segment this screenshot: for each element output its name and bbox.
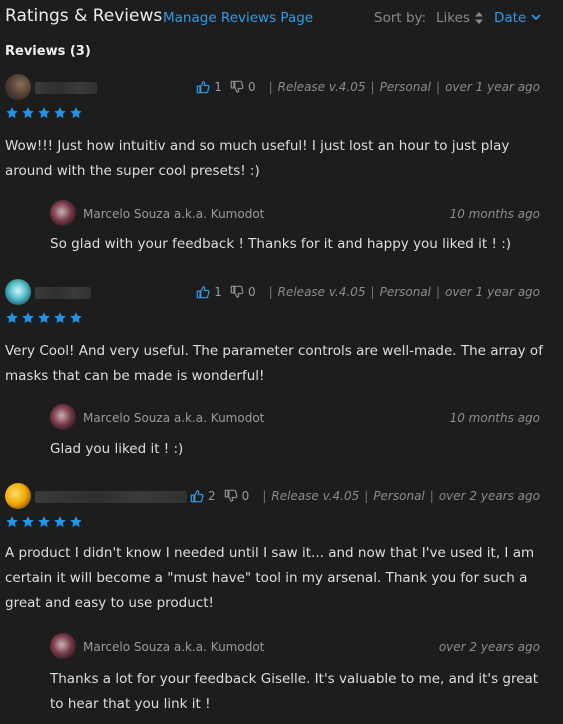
star-rating (5, 106, 83, 120)
avatar[interactable] (50, 404, 76, 430)
dislike-count: 0 (247, 80, 256, 94)
star-icon (21, 311, 35, 325)
review-text: A product I didn't know I needed until I… (5, 545, 535, 611)
like-count: 2 (208, 489, 216, 503)
dislike-count: 0 (241, 489, 250, 503)
reply-time: 10 months ago (449, 411, 540, 425)
review-meta: 2 0 | Release v.4.05 | Personal | over 2… (190, 489, 540, 503)
star-icon (69, 106, 83, 120)
reply-time: over 2 years ago (438, 640, 540, 654)
release-version: Release v.4.05 (277, 285, 366, 299)
sort-likes-option[interactable]: Likes (436, 10, 470, 26)
sort-updown-icon[interactable] (474, 11, 484, 25)
review-time: over 2 years ago (438, 489, 540, 503)
like-count: 1 (214, 80, 222, 94)
release-version: Release v.4.05 (277, 80, 366, 94)
star-icon (21, 515, 35, 529)
avatar[interactable] (50, 200, 76, 226)
thumbs-down-icon[interactable] (224, 489, 238, 503)
reply-author[interactable]: Marcelo Souza a.k.a. Kumodot (83, 411, 264, 425)
star-icon (5, 311, 19, 325)
star-icon (37, 311, 51, 325)
reviews-page: Ratings & Reviews Manage Reviews Page So… (0, 0, 563, 724)
reviewer-name-blurred (35, 491, 187, 503)
review-time: over 1 year ago (445, 80, 540, 94)
reviews-count-heading: Reviews (3) (5, 44, 91, 59)
like-count: 1 (214, 285, 222, 299)
review-meta: 1 0 | Release v.4.05 | Personal | over 1… (196, 80, 540, 94)
star-rating (5, 515, 83, 529)
avatar[interactable] (5, 74, 31, 100)
reply-author[interactable]: Marcelo Souza a.k.a. Kumodot (83, 640, 264, 654)
thumbs-up-icon[interactable] (196, 80, 210, 94)
reply-author[interactable]: Marcelo Souza a.k.a. Kumodot (83, 207, 264, 221)
star-icon (69, 311, 83, 325)
review-meta: 1 0 | Release v.4.05 | Personal | over 1… (196, 285, 540, 299)
avatar[interactable] (5, 483, 31, 509)
chevron-down-icon[interactable] (531, 13, 541, 21)
review-time: over 1 year ago (445, 285, 540, 299)
avatar[interactable] (50, 633, 76, 659)
manage-reviews-link[interactable]: Manage Reviews Page (163, 10, 313, 26)
reply-text: Thanks a lot for your feedback Giselle. … (50, 671, 539, 712)
release-version: Release v.4.05 (271, 489, 360, 503)
reply-text: Glad you liked it ! :) (50, 441, 184, 457)
license-type: Personal (373, 489, 425, 503)
star-icon (37, 515, 51, 529)
thumbs-down-icon[interactable] (230, 80, 244, 94)
star-icon (37, 106, 51, 120)
dislike-count: 0 (247, 285, 256, 299)
star-icon (53, 515, 67, 529)
star-rating (5, 311, 83, 325)
reviewer-name-blurred (35, 82, 97, 94)
license-type: Personal (379, 80, 432, 94)
page-title: Ratings & Reviews (5, 6, 163, 26)
thumbs-up-icon[interactable] (190, 489, 204, 503)
reply-text: So glad with your feedback ! Thanks for … (50, 236, 512, 252)
star-icon (5, 106, 19, 120)
sort-by-label: Sort by: (374, 10, 427, 26)
thumbs-down-icon[interactable] (230, 285, 244, 299)
avatar[interactable] (5, 279, 31, 305)
star-icon (53, 106, 67, 120)
star-icon (53, 311, 67, 325)
sort-date-option[interactable]: Date (494, 10, 526, 26)
star-icon (69, 515, 83, 529)
review-text: Wow!!! Just how intuitiv and so much use… (5, 138, 510, 179)
star-icon (5, 515, 19, 529)
header-bar: Ratings & Reviews Manage Reviews Page So… (0, 0, 563, 36)
thumbs-up-icon[interactable] (196, 285, 210, 299)
reviewer-name-blurred (35, 287, 91, 299)
review-text: Very Cool! And very useful. The paramete… (5, 343, 543, 384)
star-icon (21, 106, 35, 120)
license-type: Personal (379, 285, 432, 299)
reply-time: 10 months ago (449, 207, 540, 221)
